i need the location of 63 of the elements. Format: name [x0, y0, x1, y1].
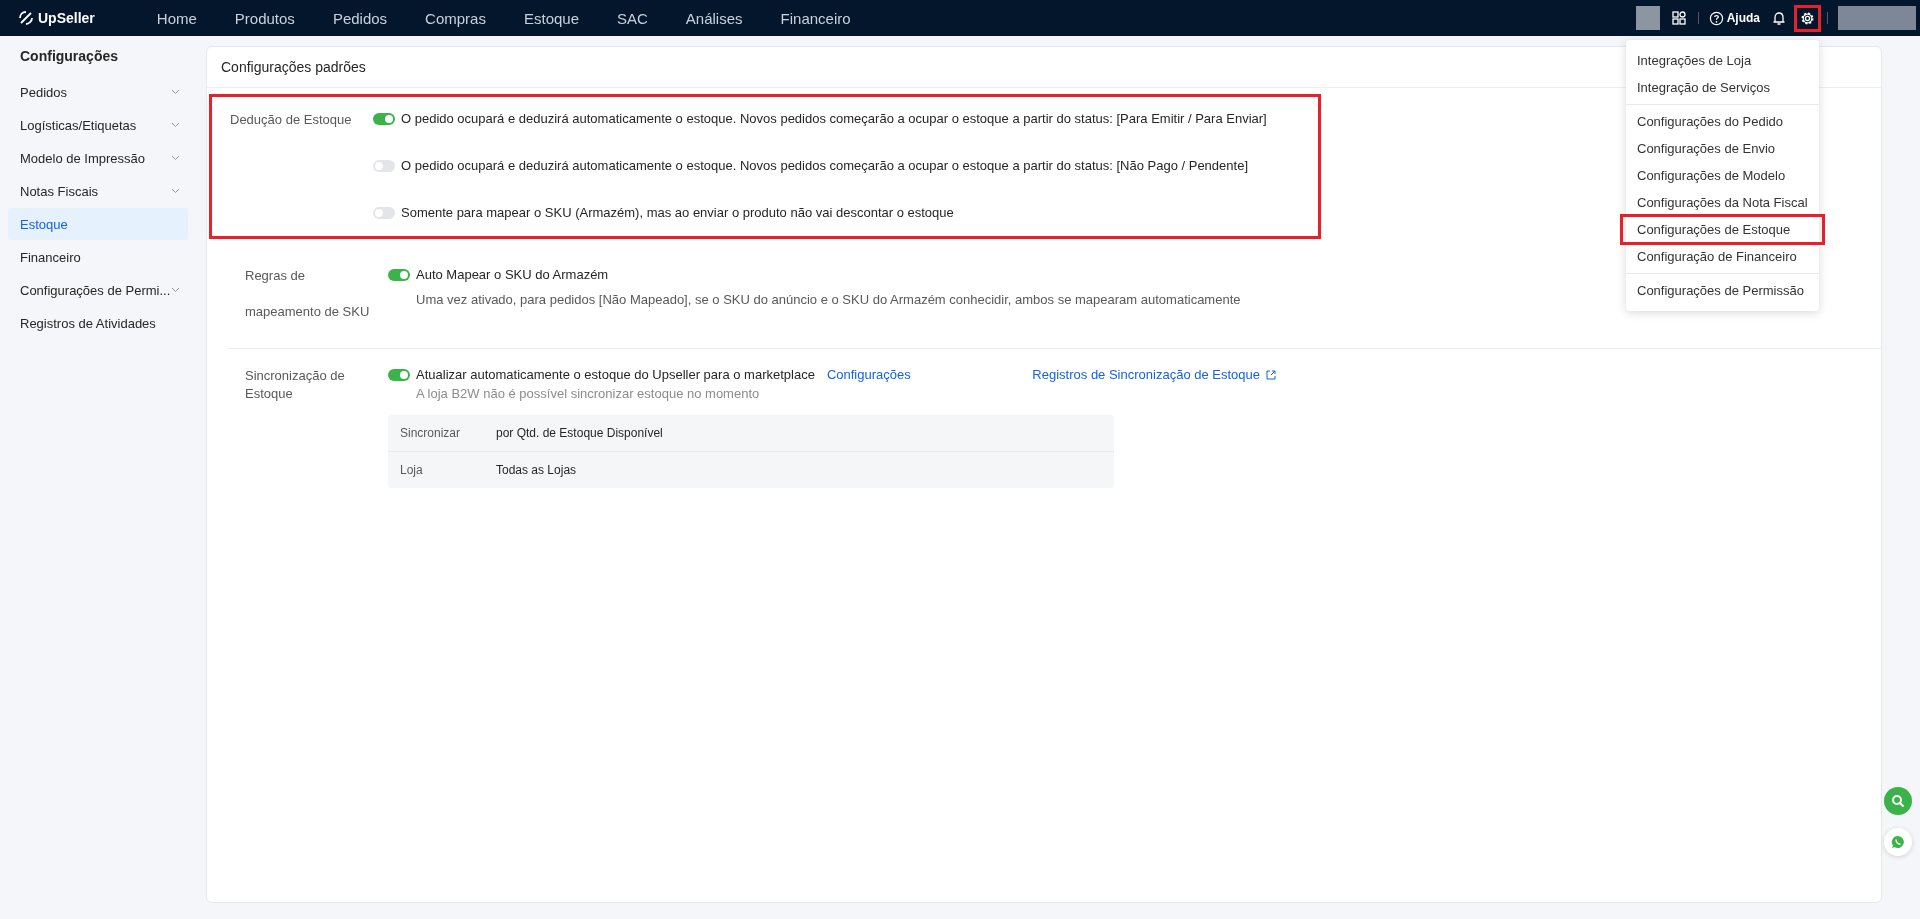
logo-text: UpSeller: [38, 10, 95, 26]
nav-tab[interactable]: Produtos: [216, 0, 313, 36]
search-button[interactable]: [1884, 787, 1912, 815]
sync-log-link[interactable]: Registros de Sincronização de Estoque: [1032, 367, 1276, 382]
menu-item[interactable]: Configuração de Financeiro: [1626, 243, 1819, 270]
toggle-switch[interactable]: [373, 112, 395, 125]
apps-icon[interactable]: [1669, 9, 1688, 27]
nav-tab[interactable]: Pedidos: [314, 0, 406, 36]
nav-tab[interactable]: Compras: [407, 0, 504, 36]
table-key: Loja: [388, 463, 496, 477]
nav-tab[interactable]: Análises: [667, 0, 761, 36]
nav-tab[interactable]: SAC: [599, 0, 666, 36]
chevron-down-icon: [171, 122, 180, 128]
menu-item[interactable]: Configurações de Modelo: [1626, 162, 1819, 189]
table-value: Todas as Lojas: [496, 463, 577, 477]
toggle-switch[interactable]: [388, 268, 410, 281]
table-key: Sincronizar: [388, 426, 496, 440]
chevron-down-icon: [171, 155, 180, 161]
menu-item[interactable]: Configurações da Nota Fiscal: [1626, 189, 1819, 216]
option-label: Auto Mapear o SKU do Armazém: [416, 267, 609, 282]
sidebar-item[interactable]: Modelo de Impressão: [8, 142, 188, 174]
section-label: Dedução de Estoque: [230, 111, 353, 129]
help-icon: [1708, 10, 1724, 26]
sidebar-item[interactable]: Financeiro: [8, 241, 188, 273]
sidebar-item[interactable]: Pedidos: [8, 76, 188, 108]
menu-item[interactable]: Configurações do Pedido: [1626, 108, 1819, 135]
section-label: Regras de mapeamento de SKU: [245, 267, 371, 321]
chevron-down-icon: [171, 188, 180, 194]
external-link-icon: [1266, 369, 1276, 380]
sidebar-item[interactable]: Logísticas/Etiquetas: [8, 109, 188, 141]
menu-item[interactable]: Integrações de Loja: [1626, 47, 1819, 74]
nav-tab[interactable]: Financeiro: [762, 0, 869, 36]
menu-item[interactable]: Configurações de Estoque: [1622, 216, 1823, 243]
option-label: O pedido ocupará e deduzirá automaticamente o estoque. Novos pedidos começarão a ocupar o estoque a partir do status: [Para Emitir / Para Enviar]: [401, 111, 1267, 126]
menu-item[interactable]: Integração de Serviços: [1626, 74, 1819, 101]
sidebar-item[interactable]: Registros de Atividades: [8, 307, 188, 339]
settings-link[interactable]: Configurações: [826, 367, 911, 382]
option-label: O pedido ocupará e deduzirá automaticamente o estoque. Novos pedidos começarão a ocupar o estoque a partir do status: [Não Pago / Pendente]: [401, 158, 1248, 173]
table-value: por Qtd. de Estoque Disponível: [496, 426, 663, 440]
logo-icon: [18, 10, 34, 26]
sidebar-item[interactable]: Estoque: [8, 208, 188, 240]
toggle-switch[interactable]: [388, 368, 410, 381]
option-note: A loja B2W não é possível sincronizar estoque no momento: [416, 386, 760, 401]
image-placeholder: [1635, 6, 1660, 30]
sidebar-item[interactable]: Configurações de Permi...: [8, 274, 188, 306]
nav-tab[interactable]: Home: [138, 0, 215, 36]
search-icon: [1891, 794, 1905, 808]
toggle-switch[interactable]: [373, 159, 395, 172]
menu-item[interactable]: Configurações de Permissão: [1626, 277, 1819, 304]
chat-bubble-icon: [1891, 835, 1905, 849]
toggle-switch[interactable]: [373, 206, 395, 219]
chat-button[interactable]: [1884, 828, 1912, 856]
nav-tab[interactable]: Estoque: [505, 0, 597, 36]
section-label: Sincronização de Estoque: [245, 367, 346, 403]
option-label: Somente para mapear o SKU (Armazém), mas ao enviar o produto não vai descontar o estoque: [401, 205, 954, 220]
option-note: Uma vez ativado, para pedidos [Não Mapeado], se o SKU do anúncio e o SKU do Armazém conhecidir, ambos se mapearam automaticamente: [416, 292, 1241, 307]
menu-item[interactable]: Configurações de Envio: [1626, 135, 1819, 162]
sidebar-title: Configurações: [19, 47, 119, 66]
option-label: Atualizar automaticamente o estoque do Upseller para o marketplace: [416, 367, 815, 382]
help-button[interactable]: Ajuda: [1708, 10, 1760, 26]
chevron-down-icon: [171, 287, 180, 293]
chevron-down-icon: [171, 89, 180, 95]
sidebar-item[interactable]: Notas Fiscais: [8, 175, 188, 207]
